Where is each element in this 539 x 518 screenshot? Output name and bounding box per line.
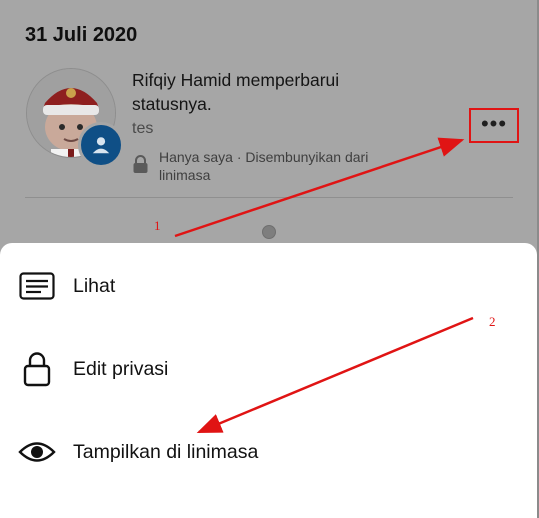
date-heading: 31 Juli 2020 [25, 24, 138, 46]
lock-icon [18, 350, 56, 388]
annotation-number-1: 1 [154, 218, 161, 233]
menu-item-label: Tampilkan di linimasa [73, 440, 259, 463]
loading-indicator [262, 225, 276, 239]
post-title[interactable]: Rifqiy Hamid memperbarui statusnya. [132, 68, 382, 116]
menu-item-show-on-timeline[interactable]: Tampilkan di linimasa [0, 422, 537, 482]
menu-item-edit-privacy[interactable]: Edit privasi [0, 339, 537, 399]
annotation-number-2: 2 [489, 314, 496, 329]
privacy-text: Hanya saya · Disembunyikan dari linimasa [159, 149, 369, 183]
more-options-button[interactable]: ••• [469, 108, 519, 143]
divider [25, 197, 513, 198]
menu-item-label: Lihat [73, 274, 116, 297]
more-horizontal-icon: ••• [480, 110, 508, 136]
person-icon [92, 137, 110, 154]
document-lines-icon [18, 267, 56, 305]
bottom-sheet-menu: Lihat Edit privasi Tampilkan di linimasa [0, 243, 537, 518]
menu-item-label: Edit privasi [73, 357, 169, 380]
post-text: tes [132, 120, 154, 137]
eye-icon [18, 433, 56, 471]
lock-icon [133, 155, 148, 173]
profile-badge [78, 122, 124, 168]
page: 31 Juli 2020 Rifqiy Hamid memperbarui st… [0, 0, 539, 518]
privacy-row: Hanya saya · Disembunyikan dari linimasa [132, 148, 402, 184]
menu-item-view[interactable]: Lihat [0, 256, 537, 316]
